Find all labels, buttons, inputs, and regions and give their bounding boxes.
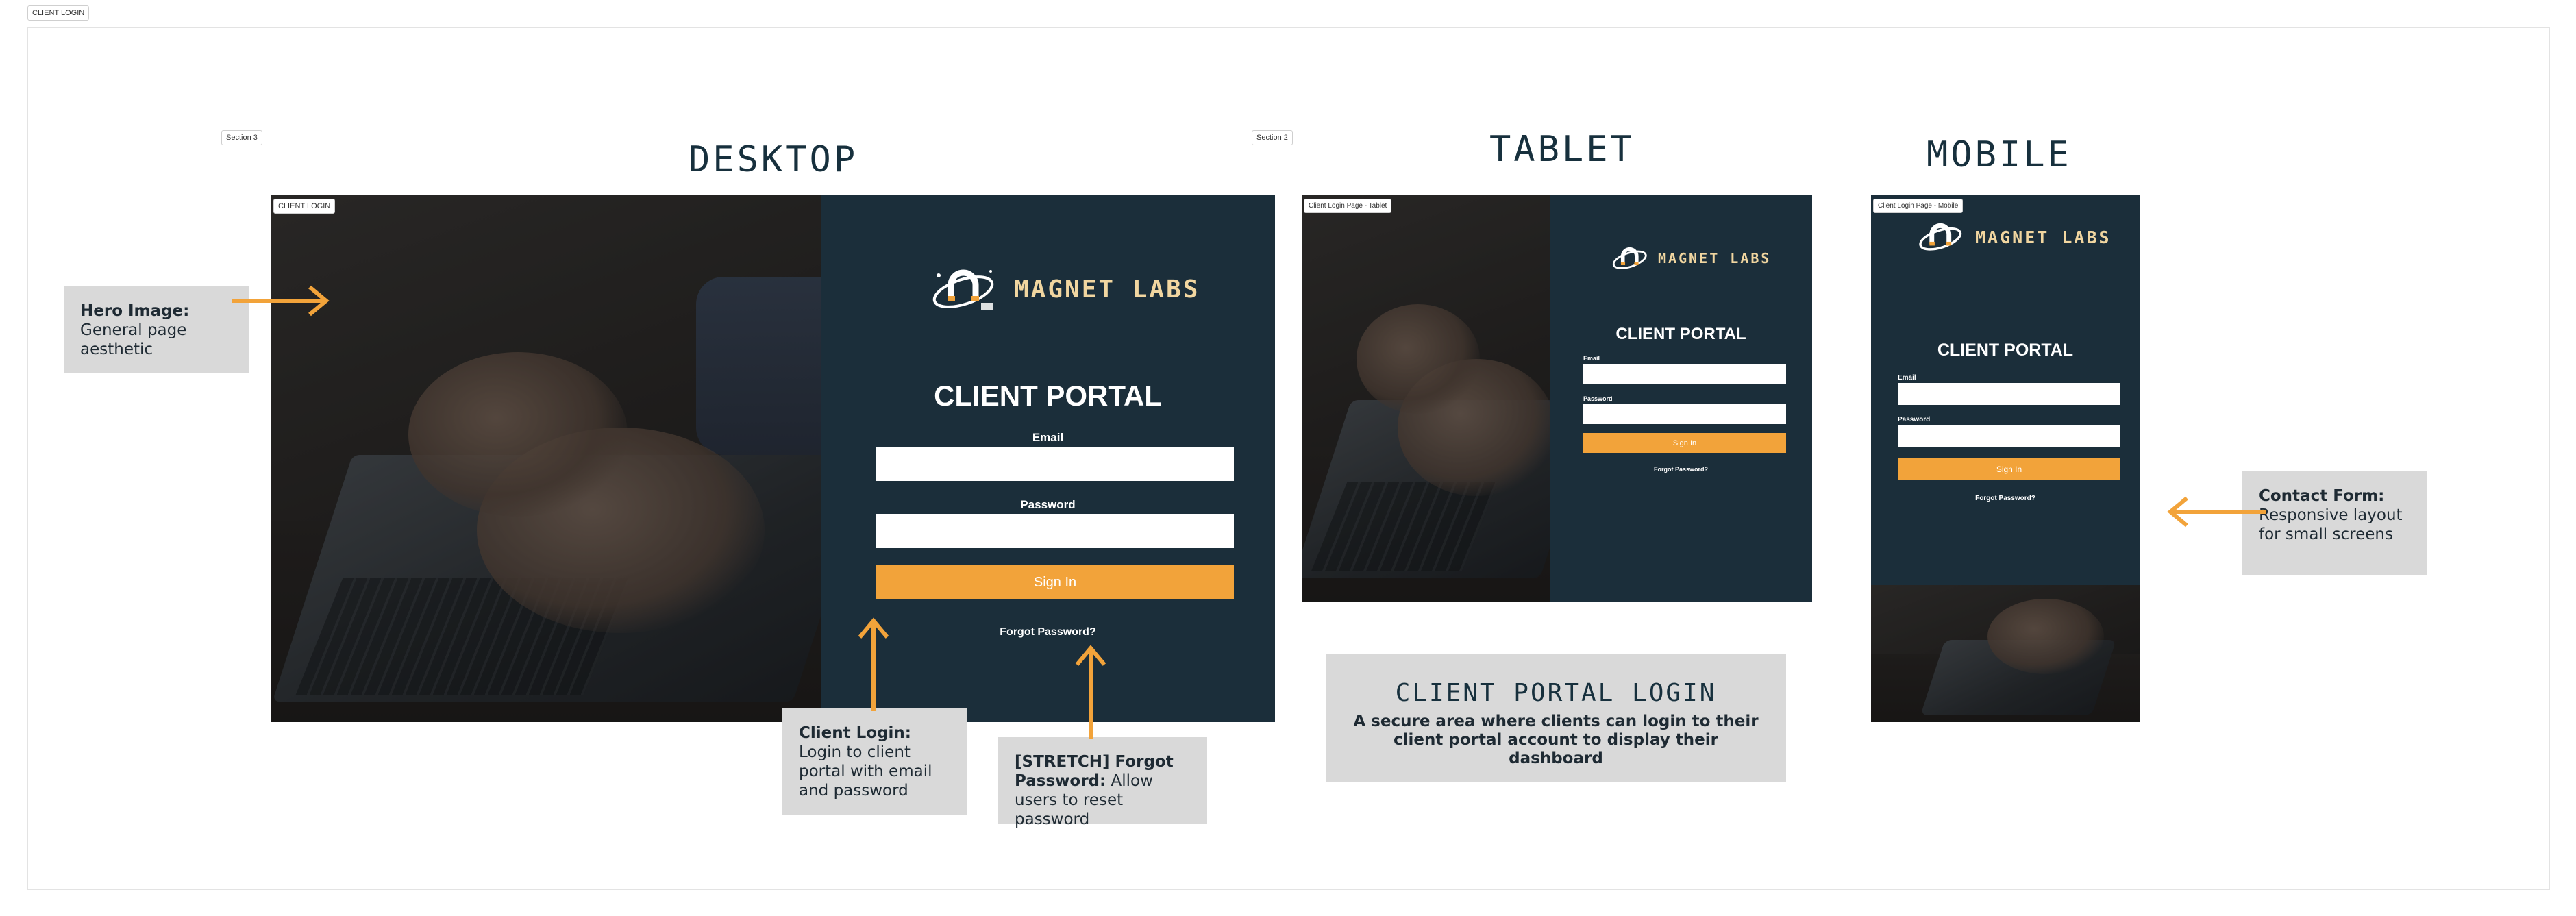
summary-title: CLIENT PORTAL LOGIN xyxy=(1395,679,1717,707)
summary-note: CLIENT PORTAL LOGIN A secure area where … xyxy=(1326,654,1786,782)
contact-arrow-icon xyxy=(2167,496,2266,528)
desktop-email-label: Email xyxy=(1032,431,1064,444)
desktop-password-input[interactable] xyxy=(876,514,1234,548)
section-3-tag[interactable]: Section 3 xyxy=(221,130,262,145)
hero-arrow-icon xyxy=(232,285,330,317)
desktop-logo-text: MAGNET LABS xyxy=(1014,275,1200,304)
tablet-heading: TABLET xyxy=(1489,129,1635,170)
forgot-password-note: [STRETCH] Forgot Password: Allow users t… xyxy=(998,737,1207,828)
tablet-portal-title: CLIENT PORTAL xyxy=(1615,325,1746,343)
tablet-logo-text: MAGNET LABS xyxy=(1658,250,1772,267)
mobile-login-panel: MAGNET LABS CLIENT PORTAL Email Password… xyxy=(1871,195,2140,585)
hero-note-title: Hero Image: xyxy=(80,302,190,320)
desktop-hero-image xyxy=(271,195,821,722)
client-login-note-title: Client Login: xyxy=(799,724,911,742)
mobile-email-label: Email xyxy=(1898,374,1916,382)
mobile-portal-title: CLIENT PORTAL xyxy=(1937,341,2074,360)
desktop-frame-tag[interactable]: CLIENT LOGIN xyxy=(273,199,336,214)
client-login-note-body: Login to client portal with email and pa… xyxy=(799,743,932,800)
desktop-heading: DESKTOP xyxy=(689,139,858,180)
hero-image-note: Hero Image: General page aesthetic xyxy=(64,286,249,373)
mobile-frame-tag[interactable]: Client Login Page - Mobile xyxy=(1873,199,1964,213)
mobile-logo: MAGNET LABS xyxy=(1918,218,2111,256)
mobile-hero-image xyxy=(1871,585,2140,722)
mobile-email-input[interactable] xyxy=(1898,383,2120,405)
desktop-sign-in-button[interactable]: Sign In xyxy=(876,565,1234,599)
summary-body: A secure area where clients can login to… xyxy=(1353,713,1759,767)
contact-note-title: Contact Form: xyxy=(2259,487,2385,505)
magnet-logo-icon xyxy=(932,269,994,310)
desktop-password-label: Password xyxy=(1020,498,1076,511)
magnet-logo-icon xyxy=(1612,247,1647,269)
tablet-frame-tag[interactable]: Client Login Page - Tablet xyxy=(1304,199,1392,213)
desktop-portal-title: CLIENT PORTAL xyxy=(934,380,1162,412)
mobile-password-label: Password xyxy=(1898,416,1931,423)
tablet-sign-in-button[interactable]: Sign In xyxy=(1583,433,1786,453)
desktop-frame: MAGNET LABS CLIENT PORTAL Email Password… xyxy=(271,195,1275,722)
mobile-frame: MAGNET LABS CLIENT PORTAL Email Password… xyxy=(1871,195,2140,722)
client-login-note: Client Login: Login to client portal wit… xyxy=(782,708,967,815)
mobile-forgot-password-link[interactable]: Forgot Password? xyxy=(1871,495,2140,502)
tablet-logo: MAGNET LABS xyxy=(1611,243,1771,274)
hero-note-body: General page aesthetic xyxy=(80,321,187,358)
tablet-password-label: Password xyxy=(1583,395,1613,402)
section-2-tag[interactable]: Section 2 xyxy=(1252,130,1293,145)
tablet-frame: MAGNET LABS CLIENT PORTAL Email Password… xyxy=(1302,195,1812,602)
frame-label[interactable]: CLIENT LOGIN xyxy=(27,5,90,21)
tablet-email-input[interactable] xyxy=(1583,364,1786,384)
desktop-logo: MAGNET LABS xyxy=(930,262,1200,317)
contact-form-note: Contact Form: Responsive layout for smal… xyxy=(2242,471,2427,575)
tablet-email-label: Email xyxy=(1583,355,1600,362)
mobile-logo-text: MAGNET LABS xyxy=(1975,227,2111,247)
mobile-heading: MOBILE xyxy=(1927,134,2072,175)
tablet-forgot-password-link[interactable]: Forgot Password? xyxy=(1550,466,1812,473)
tablet-login-panel: MAGNET LABS CLIENT PORTAL Email Password… xyxy=(1550,195,1812,602)
magnet-logo-icon xyxy=(1919,223,1962,251)
mobile-password-input[interactable] xyxy=(1898,425,2120,447)
contact-note-body: Responsive layout for small screens xyxy=(2259,506,2403,543)
tablet-hero-image xyxy=(1302,195,1550,602)
forgot-password-arrow-icon xyxy=(1075,645,1106,739)
mobile-sign-in-button[interactable]: Sign In xyxy=(1898,458,2120,480)
client-login-arrow-icon xyxy=(858,617,889,711)
tablet-password-input[interactable] xyxy=(1583,404,1786,424)
desktop-email-input[interactable] xyxy=(876,447,1234,481)
